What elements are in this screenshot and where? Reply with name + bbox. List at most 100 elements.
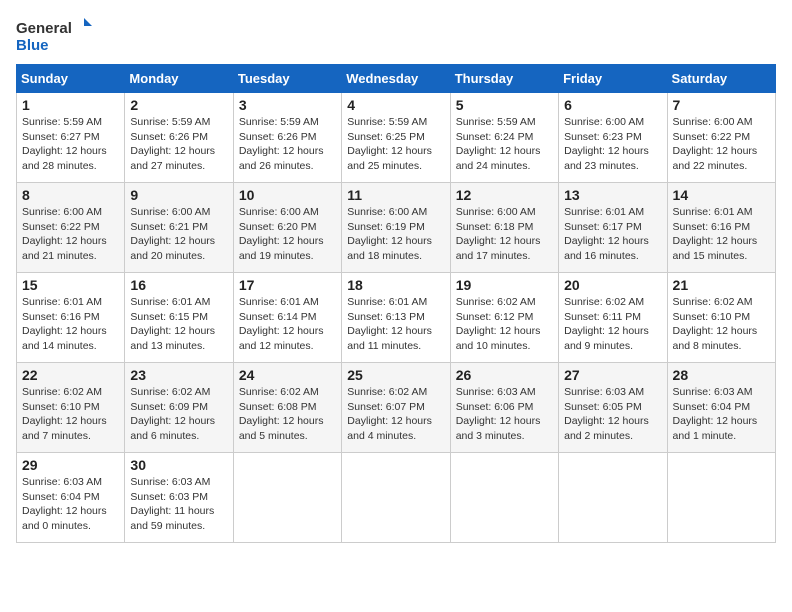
- col-header-saturday: Saturday: [667, 65, 775, 93]
- logo: General Blue: [16, 16, 96, 56]
- day-info: Sunrise: 6:00 AM Sunset: 6:22 PM Dayligh…: [22, 205, 119, 264]
- day-number: 8: [22, 187, 119, 203]
- calendar-cell: 24Sunrise: 6:02 AM Sunset: 6:08 PM Dayli…: [233, 363, 341, 453]
- calendar-cell: 26 Sunrise: 6:03 AM Sunset: 6:06 PM Dayli…: [450, 363, 558, 453]
- day-number: 19: [456, 277, 553, 293]
- calendar-cell: 12 Sunrise: 6:00 AM Sunset: 6:18 PM Dayli…: [450, 183, 558, 273]
- day-info: Sunrise: 6:02 AM Sunset: 6:10 PM Dayligh…: [673, 295, 770, 354]
- calendar-cell: 8 Sunrise: 6:00 AM Sunset: 6:22 PM Daylig…: [17, 183, 125, 273]
- calendar-cell: 29Sunrise: 6:03 AM Sunset: 6:04 PM Dayli…: [17, 453, 125, 543]
- day-info: Sunrise: 6:01 AM Sunset: 6:16 PM Dayligh…: [673, 205, 770, 264]
- day-info: Sunrise: 6:03 AM Sunset: 6:06 PM Dayligh…: [456, 385, 553, 444]
- day-number: 21: [673, 277, 770, 293]
- calendar-week-row: 22 Sunrise: 6:02 AM Sunset: 6:10 PM Dayli…: [17, 363, 776, 453]
- calendar-cell: 1Sunrise: 5:59 AM Sunset: 6:27 PM Daylig…: [17, 93, 125, 183]
- calendar-cell: 20 Sunrise: 6:02 AM Sunset: 6:11 PM Dayli…: [559, 273, 667, 363]
- day-number: 2: [130, 97, 227, 113]
- day-info: Sunrise: 6:03 AM Sunset: 6:05 PM Dayligh…: [564, 385, 661, 444]
- calendar-cell: [667, 453, 775, 543]
- svg-text:Blue: Blue: [16, 37, 49, 54]
- day-number: 4: [347, 97, 444, 113]
- calendar-week-row: 8 Sunrise: 6:00 AM Sunset: 6:22 PM Daylig…: [17, 183, 776, 273]
- day-info: Sunrise: 6:01 AM Sunset: 6:16 PM Dayligh…: [22, 295, 119, 354]
- day-info: Sunrise: 6:01 AM Sunset: 6:15 PM Dayligh…: [130, 295, 227, 354]
- calendar-cell: [450, 453, 558, 543]
- calendar-header-row: SundayMondayTuesdayWednesdayThursdayFrid…: [17, 65, 776, 93]
- day-info: Sunrise: 5:59 AM Sunset: 6:26 PM Dayligh…: [130, 115, 227, 174]
- logo-svg: General Blue: [16, 16, 96, 56]
- calendar-cell: 16 Sunrise: 6:01 AM Sunset: 6:15 PM Dayli…: [125, 273, 233, 363]
- day-number: 15: [22, 277, 119, 293]
- calendar-cell: 19 Sunrise: 6:02 AM Sunset: 6:12 PM Dayli…: [450, 273, 558, 363]
- day-number: 7: [673, 97, 770, 113]
- calendar-cell: 25 Sunrise: 6:02 AM Sunset: 6:07 PM Dayli…: [342, 363, 450, 453]
- calendar-cell: 10 Sunrise: 6:00 AM Sunset: 6:20 PM Dayli…: [233, 183, 341, 273]
- calendar-cell: 9 Sunrise: 6:00 AM Sunset: 6:21 PM Daylig…: [125, 183, 233, 273]
- calendar-cell: 5 Sunrise: 5:59 AM Sunset: 6:24 PM Daylig…: [450, 93, 558, 183]
- calendar-cell: 22 Sunrise: 6:02 AM Sunset: 6:10 PM Dayli…: [17, 363, 125, 453]
- day-number: 20: [564, 277, 661, 293]
- day-info: Sunrise: 6:02 AM Sunset: 6:12 PM Dayligh…: [456, 295, 553, 354]
- col-header-monday: Monday: [125, 65, 233, 93]
- day-number: 17: [239, 277, 336, 293]
- calendar-cell: 21 Sunrise: 6:02 AM Sunset: 6:10 PM Dayli…: [667, 273, 775, 363]
- day-info: Sunrise: 6:02 AM Sunset: 6:07 PM Dayligh…: [347, 385, 444, 444]
- calendar-cell: 23Sunrise: 6:02 AM Sunset: 6:09 PM Dayli…: [125, 363, 233, 453]
- day-number: 18: [347, 277, 444, 293]
- day-info: Sunrise: 6:02 AM Sunset: 6:11 PM Dayligh…: [564, 295, 661, 354]
- col-header-friday: Friday: [559, 65, 667, 93]
- day-info: Sunrise: 6:03 AM Sunset: 6:04 PM Dayligh…: [673, 385, 770, 444]
- day-number: 6: [564, 97, 661, 113]
- calendar-cell: 2 Sunrise: 5:59 AM Sunset: 6:26 PM Daylig…: [125, 93, 233, 183]
- calendar-cell: 30Sunrise: 6:03 AM Sunset: 6:03 PM Dayli…: [125, 453, 233, 543]
- day-number: 29: [22, 457, 119, 473]
- day-number: 1: [22, 97, 119, 113]
- day-info: Sunrise: 6:00 AM Sunset: 6:19 PM Dayligh…: [347, 205, 444, 264]
- day-number: 14: [673, 187, 770, 203]
- calendar-cell: 6 Sunrise: 6:00 AM Sunset: 6:23 PM Daylig…: [559, 93, 667, 183]
- day-number: 26: [456, 367, 553, 383]
- svg-text:General: General: [16, 20, 72, 37]
- day-number: 28: [673, 367, 770, 383]
- day-info: Sunrise: 5:59 AM Sunset: 6:25 PM Dayligh…: [347, 115, 444, 174]
- day-info: Sunrise: 6:00 AM Sunset: 6:18 PM Dayligh…: [456, 205, 553, 264]
- calendar-cell: 11 Sunrise: 6:00 AM Sunset: 6:19 PM Dayli…: [342, 183, 450, 273]
- col-header-wednesday: Wednesday: [342, 65, 450, 93]
- page-header: General Blue: [16, 16, 776, 56]
- day-info: Sunrise: 6:02 AM Sunset: 6:10 PM Dayligh…: [22, 385, 119, 444]
- day-info: Sunrise: 6:00 AM Sunset: 6:23 PM Dayligh…: [564, 115, 661, 174]
- day-info: Sunrise: 6:01 AM Sunset: 6:14 PM Dayligh…: [239, 295, 336, 354]
- calendar-cell: [233, 453, 341, 543]
- calendar-cell: [559, 453, 667, 543]
- day-number: 25: [347, 367, 444, 383]
- col-header-sunday: Sunday: [17, 65, 125, 93]
- day-info: Sunrise: 6:00 AM Sunset: 6:21 PM Dayligh…: [130, 205, 227, 264]
- calendar-cell: 17 Sunrise: 6:01 AM Sunset: 6:14 PM Dayli…: [233, 273, 341, 363]
- calendar-cell: 3 Sunrise: 5:59 AM Sunset: 6:26 PM Daylig…: [233, 93, 341, 183]
- day-number: 3: [239, 97, 336, 113]
- day-number: 13: [564, 187, 661, 203]
- day-number: 30: [130, 457, 227, 473]
- day-info: Sunrise: 6:00 AM Sunset: 6:20 PM Dayligh…: [239, 205, 336, 264]
- day-number: 9: [130, 187, 227, 203]
- day-number: 22: [22, 367, 119, 383]
- calendar-cell: 28 Sunrise: 6:03 AM Sunset: 6:04 PM Dayli…: [667, 363, 775, 453]
- day-number: 5: [456, 97, 553, 113]
- calendar-cell: 18 Sunrise: 6:01 AM Sunset: 6:13 PM Dayli…: [342, 273, 450, 363]
- calendar-week-row: 15 Sunrise: 6:01 AM Sunset: 6:16 PM Dayli…: [17, 273, 776, 363]
- calendar-cell: 7Sunrise: 6:00 AM Sunset: 6:22 PM Daylig…: [667, 93, 775, 183]
- day-number: 16: [130, 277, 227, 293]
- day-info: Sunrise: 6:01 AM Sunset: 6:13 PM Dayligh…: [347, 295, 444, 354]
- calendar-table: SundayMondayTuesdayWednesdayThursdayFrid…: [16, 64, 776, 543]
- calendar-cell: 27Sunrise: 6:03 AM Sunset: 6:05 PM Dayli…: [559, 363, 667, 453]
- calendar-cell: 15 Sunrise: 6:01 AM Sunset: 6:16 PM Dayli…: [17, 273, 125, 363]
- calendar-body: 1Sunrise: 5:59 AM Sunset: 6:27 PM Daylig…: [17, 93, 776, 543]
- col-header-tuesday: Tuesday: [233, 65, 341, 93]
- day-number: 24: [239, 367, 336, 383]
- day-info: Sunrise: 5:59 AM Sunset: 6:26 PM Dayligh…: [239, 115, 336, 174]
- day-number: 12: [456, 187, 553, 203]
- day-number: 10: [239, 187, 336, 203]
- day-info: Sunrise: 6:02 AM Sunset: 6:09 PM Dayligh…: [130, 385, 227, 444]
- day-number: 11: [347, 187, 444, 203]
- day-info: Sunrise: 5:59 AM Sunset: 6:24 PM Dayligh…: [456, 115, 553, 174]
